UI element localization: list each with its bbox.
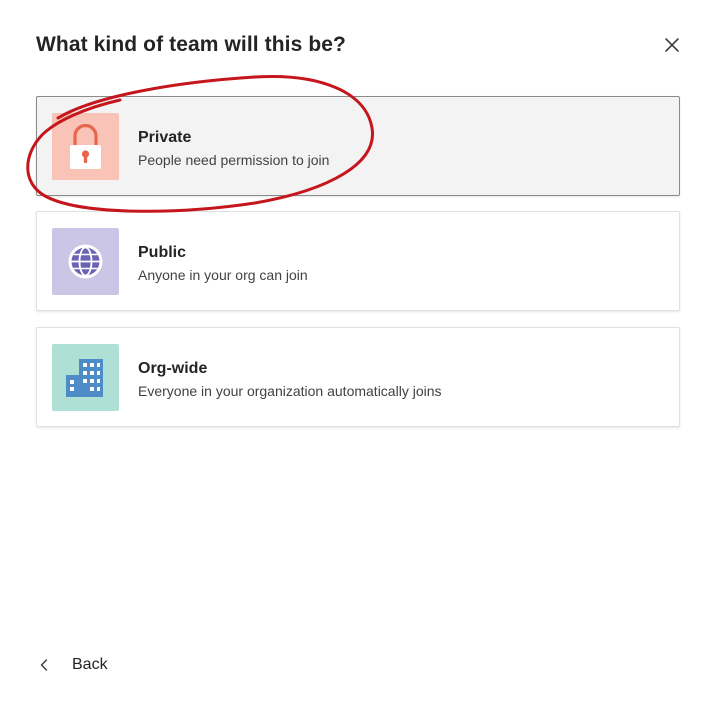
- public-icon-tile: [52, 228, 119, 295]
- option-private[interactable]: Private People need permission to join: [36, 96, 680, 196]
- option-description: People need permission to join: [138, 152, 330, 168]
- option-public[interactable]: Public Anyone in your org can join: [36, 211, 680, 311]
- lock-icon: [70, 123, 101, 169]
- back-label: Back: [72, 656, 108, 673]
- globe-icon: [68, 244, 103, 279]
- org-wide-icon-tile: [52, 344, 119, 411]
- close-icon: [665, 38, 679, 52]
- dialog-title: What kind of team will this be?: [36, 33, 346, 56]
- back-button[interactable]: Back: [38, 652, 108, 678]
- option-description: Everyone in your organization automatica…: [138, 383, 442, 399]
- option-description: Anyone in your org can join: [138, 267, 308, 283]
- private-icon-tile: [52, 113, 119, 180]
- option-title: Private: [138, 129, 192, 146]
- chevron-left-icon: [40, 659, 48, 671]
- close-button[interactable]: [660, 33, 684, 57]
- option-title: Public: [138, 244, 187, 261]
- option-org-wide[interactable]: Org-wide Everyone in your organization a…: [36, 327, 680, 427]
- building-icon: [66, 359, 103, 397]
- team-type-dialog: What kind of team will this be? Private …: [0, 0, 716, 718]
- option-title: Org-wide: [138, 360, 208, 377]
